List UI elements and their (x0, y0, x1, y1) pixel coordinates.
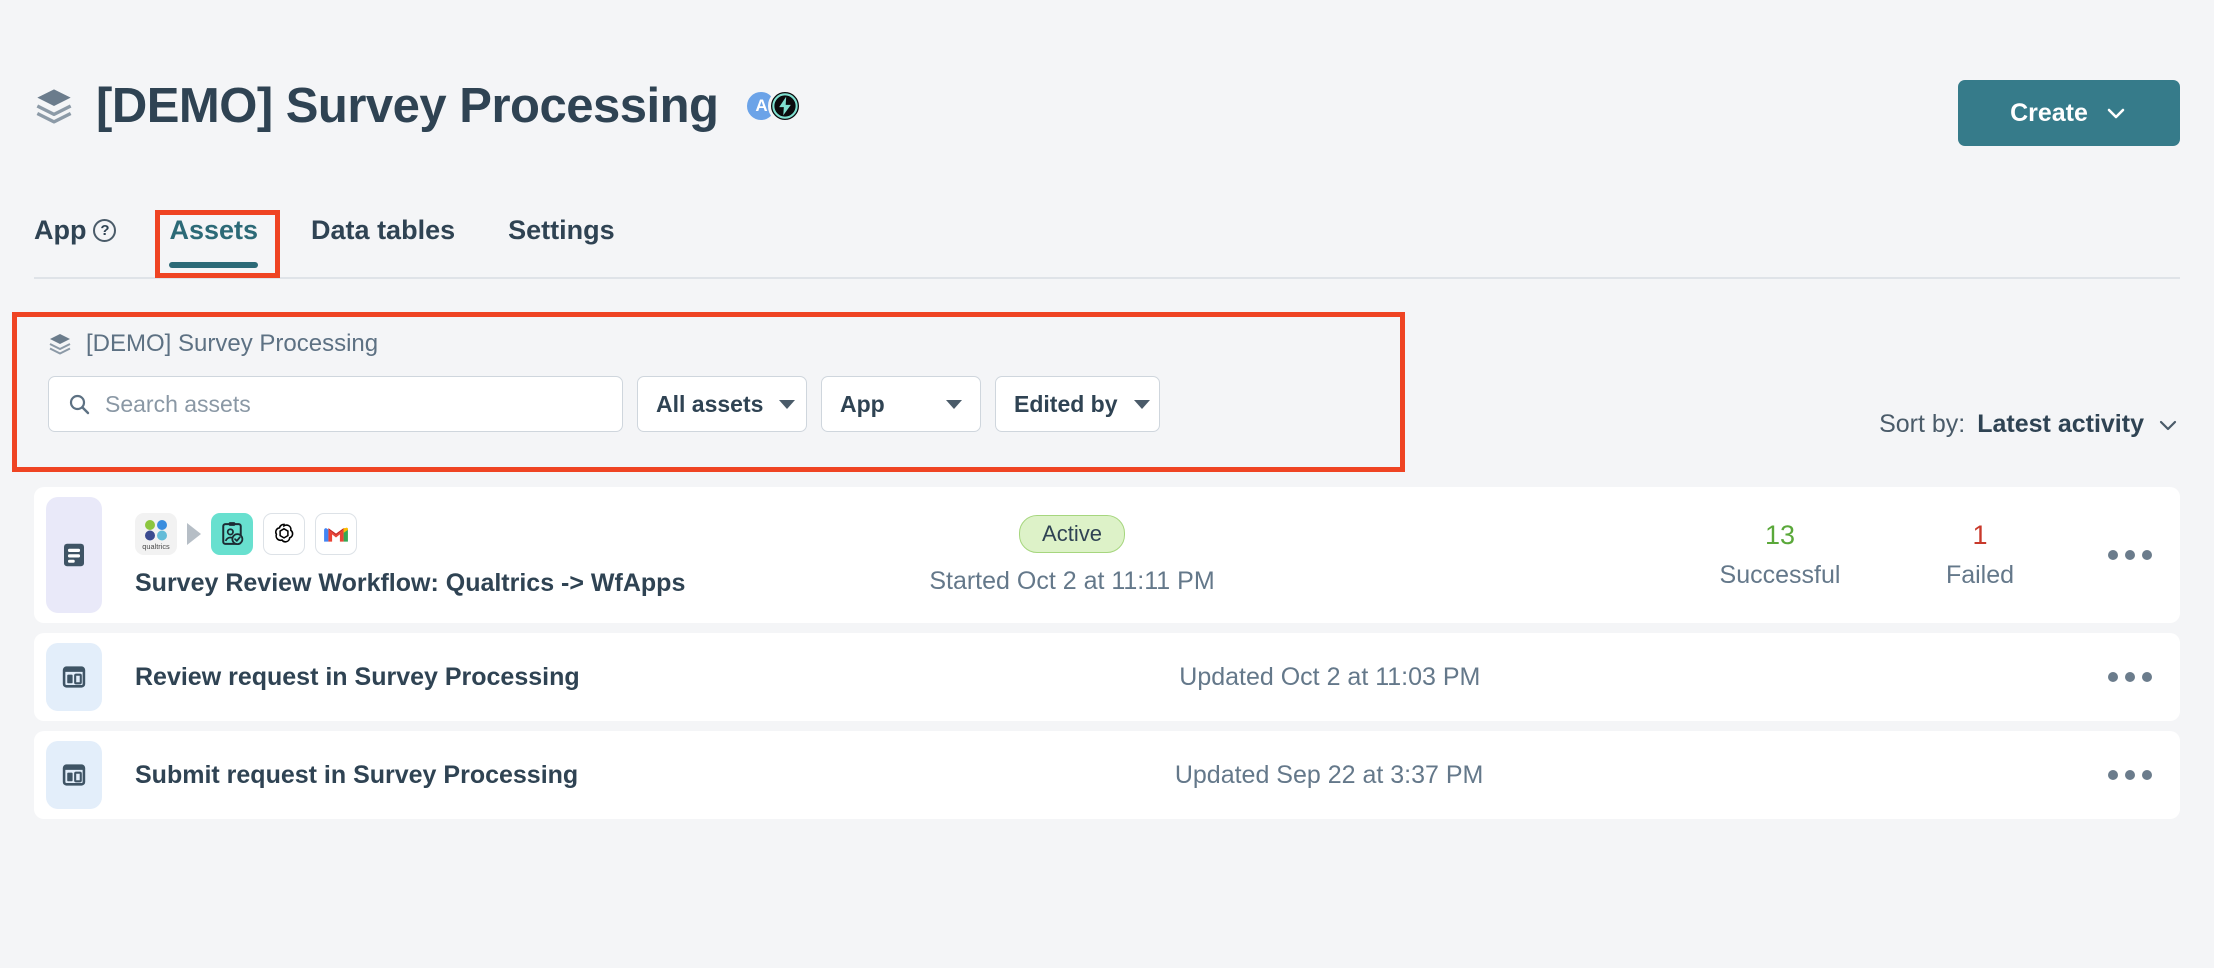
avatar-bolt[interactable] (768, 89, 802, 123)
asset-timestamp-column: Updated Oct 2 at 11:03 PM (580, 663, 2080, 692)
chevron-down-icon (779, 400, 795, 409)
chevron-down-icon (2156, 413, 2180, 437)
chevron-down-icon (1134, 400, 1150, 409)
filter-all-assets-label: All assets (656, 391, 763, 418)
filter-edited-by[interactable]: Edited by (995, 376, 1160, 432)
tab-settings[interactable]: Settings (508, 215, 615, 268)
review-request-icon (211, 513, 253, 555)
asset-timestamp: Updated Sep 22 at 3:37 PM (1175, 761, 1484, 790)
dot (2108, 550, 2118, 560)
tab-divider (34, 277, 2180, 279)
svg-text:qualtrics: qualtrics (142, 542, 170, 551)
search-icon (67, 392, 91, 416)
asset-row-workflow[interactable]: qualtrics (34, 487, 2180, 623)
stat-successful: 13 Successful (1680, 520, 1880, 590)
assets-page: [DEMO] Survey Processing A Create App ? (0, 0, 2214, 968)
row-menu-button[interactable] (2080, 550, 2180, 560)
asset-row-body: Review request in Survey Processing Upda… (102, 633, 2180, 721)
asset-row-review-request[interactable]: Review request in Survey Processing Upda… (34, 633, 2180, 721)
asset-row-submit-request[interactable]: Submit request in Survey Processing Upda… (34, 731, 2180, 819)
filter-all-assets[interactable]: All assets (637, 376, 807, 432)
workflow-summary: qualtrics (102, 513, 862, 598)
title-row: [DEMO] Survey Processing A (34, 78, 802, 134)
tab-assets-label: Assets (169, 215, 258, 246)
row-menu-button[interactable] (2080, 672, 2180, 682)
dot (2108, 672, 2118, 682)
tab-settings-label: Settings (508, 215, 615, 246)
filter-row: Search assets All assets App Edited by (34, 376, 1364, 432)
page-header: [DEMO] Survey Processing A Create (0, 0, 2214, 170)
asset-name[interactable]: Survey Review Workflow: Qualtrics -> WfA… (135, 569, 862, 598)
stat-failed-label: Failed (1946, 561, 2014, 590)
tab-app[interactable]: App ? (34, 215, 116, 268)
stat-successful-value: 13 (1765, 520, 1795, 551)
tab-bar: App ? Assets Data tables Settings (34, 215, 668, 268)
asset-name[interactable]: Review request in Survey Processing (102, 663, 580, 692)
asset-timestamp: Started Oct 2 at 11:11 PM (929, 567, 1214, 596)
app-chain: qualtrics (135, 513, 862, 555)
asset-name[interactable]: Submit request in Survey Processing (102, 761, 578, 790)
layers-icon (34, 86, 74, 126)
qualtrics-icon: qualtrics (135, 513, 177, 555)
search-input[interactable]: Search assets (48, 376, 623, 432)
avatar-group: A (744, 89, 802, 123)
dot (2142, 770, 2152, 780)
dot (2142, 550, 2152, 560)
filter-panel-header: [DEMO] Survey Processing (34, 322, 1364, 366)
create-button-label: Create (2010, 99, 2088, 128)
filter-panel-title: [DEMO] Survey Processing (86, 330, 378, 358)
form-icon (46, 741, 102, 809)
help-icon[interactable]: ? (93, 219, 116, 242)
stat-failed-value: 1 (1972, 520, 1987, 551)
sort-by-prefix: Sort by: (1879, 410, 1965, 439)
layers-icon (48, 332, 72, 356)
dot (2125, 550, 2135, 560)
asset-row-body: Submit request in Survey Processing Upda… (102, 731, 2180, 819)
chevron-down-icon (946, 400, 962, 409)
asset-row-body: qualtrics (102, 487, 2180, 623)
stat-successful-label: Successful (1720, 561, 1841, 590)
dot (2108, 770, 2118, 780)
workflow-icon (46, 497, 102, 613)
stat-failed: 1 Failed (1880, 520, 2080, 590)
filter-edited-by-label: Edited by (1014, 391, 1118, 418)
create-button[interactable]: Create (1958, 80, 2180, 146)
row-menu-button[interactable] (2080, 770, 2180, 780)
tab-data-tables-label: Data tables (311, 215, 455, 246)
gmail-icon (315, 513, 357, 555)
filter-app[interactable]: App (821, 376, 981, 432)
status-badge: Active (1019, 515, 1125, 553)
chain-arrow-icon (187, 523, 201, 545)
dot (2125, 672, 2135, 682)
dot (2142, 672, 2152, 682)
page-title: [DEMO] Survey Processing (96, 78, 718, 134)
asset-timestamp-column: Updated Sep 22 at 3:37 PM (578, 761, 2080, 790)
tab-assets[interactable]: Assets (169, 215, 258, 268)
filter-panel: [DEMO] Survey Processing Search assets A… (34, 322, 1364, 452)
tab-app-label: App (34, 215, 86, 246)
sort-by-control[interactable]: Sort by: Latest activity (1879, 410, 2180, 439)
tab-data-tables[interactable]: Data tables (311, 215, 455, 268)
filter-app-label: App (840, 391, 885, 418)
chevron-down-icon (2104, 101, 2128, 125)
asset-list: qualtrics (34, 487, 2180, 829)
sort-by-value: Latest activity (1977, 410, 2144, 439)
openai-icon (263, 513, 305, 555)
asset-timestamp: Updated Oct 2 at 11:03 PM (1179, 663, 1480, 692)
dot (2125, 770, 2135, 780)
form-icon (46, 643, 102, 711)
asset-status-column: Active Started Oct 2 at 11:11 PM (862, 515, 1282, 596)
search-placeholder: Search assets (105, 391, 251, 418)
